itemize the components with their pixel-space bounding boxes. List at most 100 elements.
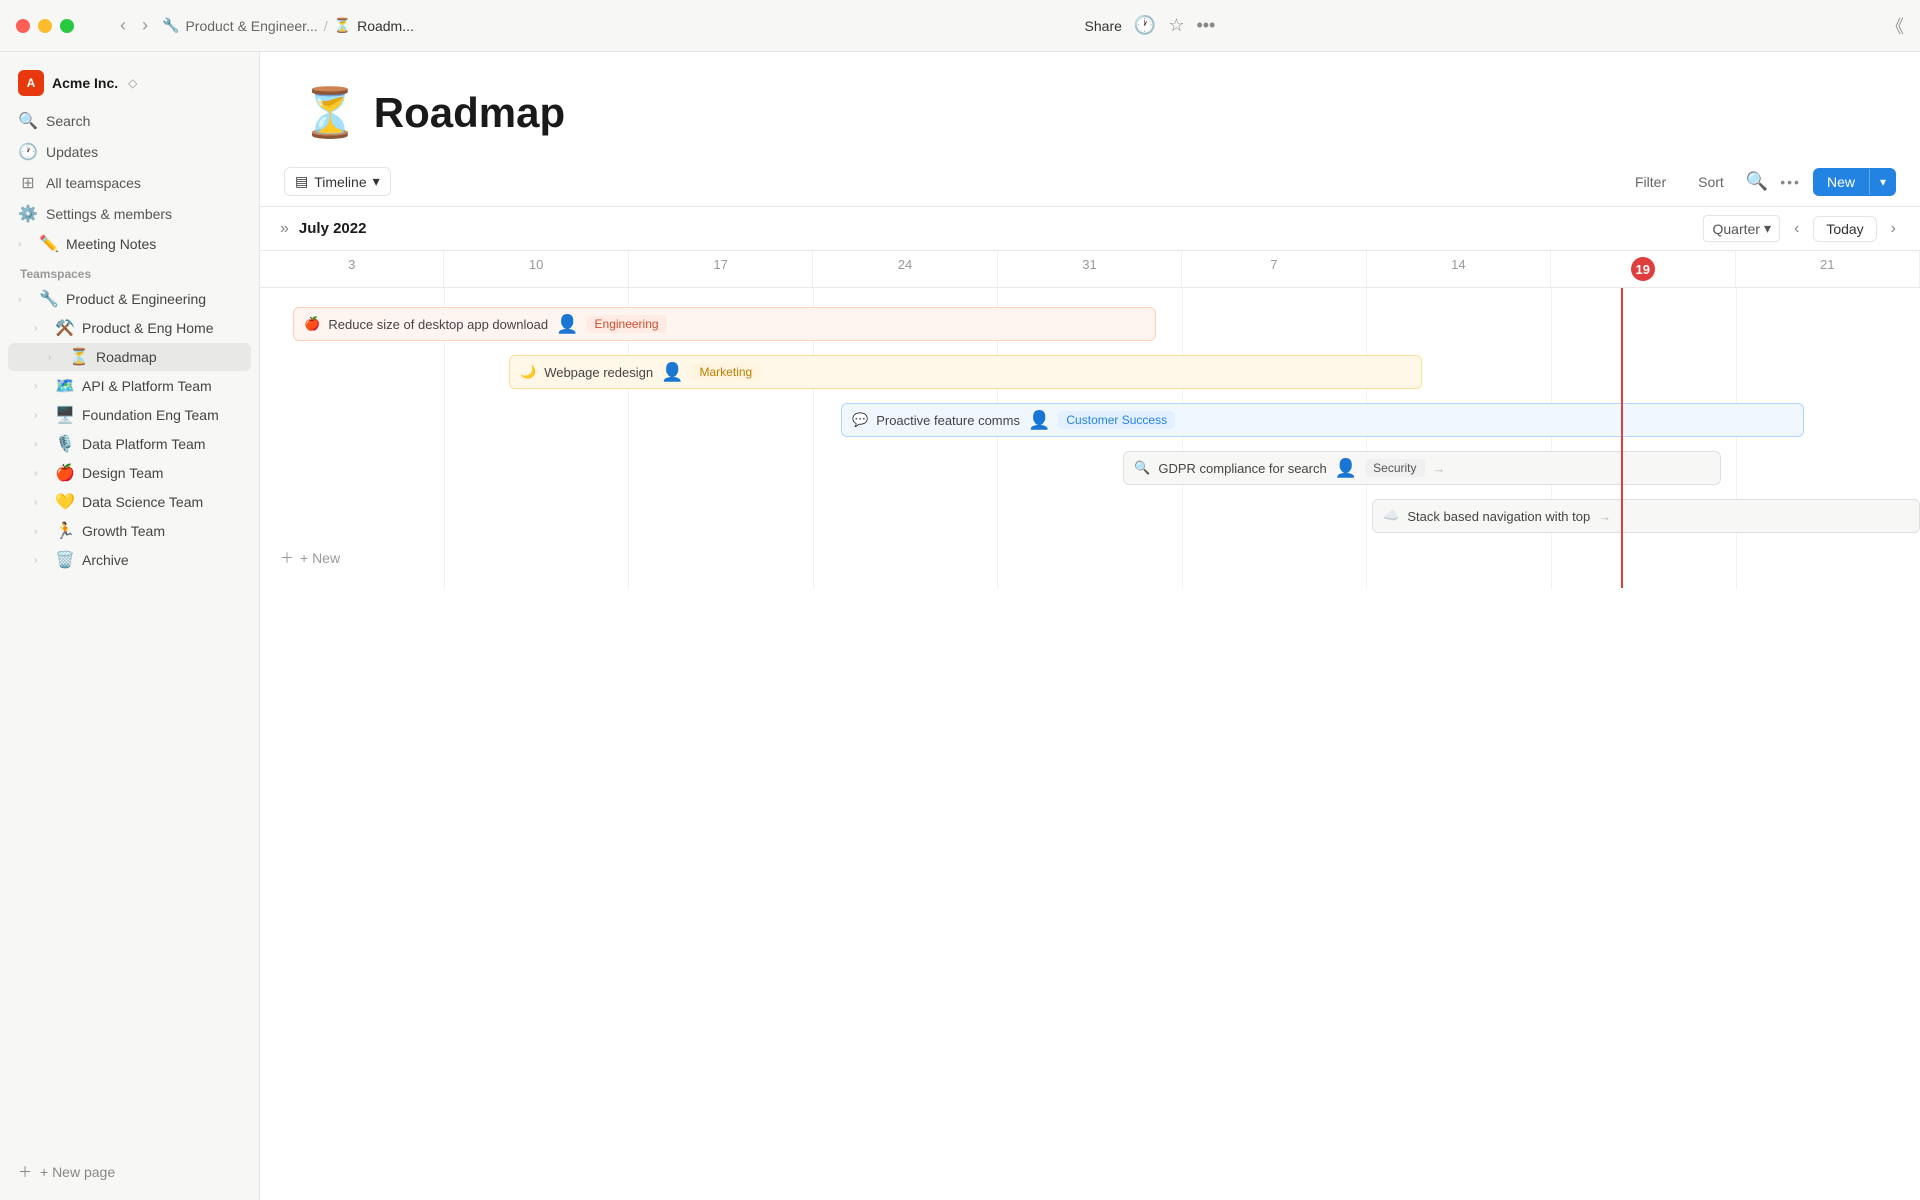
breadcrumb-item1[interactable]: Product & Engineer...: [185, 18, 317, 34]
data-science-label: Data Science Team: [82, 494, 243, 510]
filter-button[interactable]: Filter: [1625, 169, 1676, 195]
sidebar-item-settings[interactable]: ⚙️ Settings & members: [8, 199, 251, 229]
task-icon-5: ☁️: [1383, 508, 1399, 524]
design-label: Design Team: [82, 465, 243, 481]
date-col-today: 19: [1551, 251, 1735, 287]
sidebar-top: A Acme Inc. ◇ 🔍 Search 🕐 Updates ⊞ All t…: [0, 52, 259, 583]
new-row-icon: ＋: [280, 548, 294, 568]
back-button[interactable]: ‹: [114, 13, 132, 38]
product-eng-label: Product & Engineering: [66, 291, 243, 307]
data-platform-chevron-icon: ›: [34, 439, 48, 450]
task-tag-2: Marketing: [692, 363, 761, 381]
date-col-3: 3: [260, 251, 444, 287]
minimize-button[interactable]: [38, 19, 52, 33]
new-button-group: New ▾: [1813, 168, 1896, 196]
new-button[interactable]: New: [1813, 168, 1869, 196]
new-page-button[interactable]: ＋ + New page: [10, 1156, 249, 1188]
page-title-row: ⏳ Roadmap: [300, 84, 1880, 141]
favorite-icon[interactable]: ☆: [1168, 15, 1184, 36]
sidebar-toggle[interactable]: 《: [1886, 13, 1904, 39]
sidebar-item-foundation-eng[interactable]: › 🖥️ Foundation Eng Team: [8, 401, 251, 429]
task-bar-webpage-redesign[interactable]: 🌙 Webpage redesign 👤 Marketing: [509, 355, 1422, 389]
task-bar-stack-nav[interactable]: ☁️ Stack based navigation with top →: [1372, 499, 1920, 533]
date-col-14: 14: [1367, 251, 1551, 287]
new-page-icon: ＋: [18, 1162, 32, 1182]
forward-button[interactable]: ›: [136, 13, 154, 38]
today-button[interactable]: Today: [1813, 216, 1876, 242]
workspace-name: Acme Inc.: [52, 75, 118, 91]
foundation-eng-chevron-icon: ›: [34, 410, 48, 421]
close-button[interactable]: [16, 19, 30, 33]
workspace-header[interactable]: A Acme Inc. ◇: [8, 64, 251, 102]
search-label: Search: [46, 113, 90, 129]
page-emoji: ⏳: [300, 84, 360, 141]
task-row-5: ☁️ Stack based navigation with top →: [260, 492, 1920, 540]
today-line: [1621, 288, 1623, 588]
sidebar-item-product-eng[interactable]: › 🔧 Product & Engineering: [8, 285, 251, 313]
task-bar-feature-comms[interactable]: 💬 Proactive feature comms 👤 Customer Suc…: [841, 403, 1804, 437]
sidebar-item-design[interactable]: › 🍎 Design Team: [8, 459, 251, 487]
roadmap-label: Roadmap: [96, 349, 243, 365]
timeline-month: July 2022: [299, 220, 367, 237]
breadcrumb-separator: /: [324, 18, 328, 34]
task-icon-3: 💬: [852, 412, 868, 428]
product-eng-home-icon: ⚒️: [54, 318, 76, 338]
new-row-label: + New: [300, 550, 340, 566]
maximize-button[interactable]: [60, 19, 74, 33]
meeting-notes-chevron-icon: ›: [18, 239, 32, 250]
new-button-dropdown[interactable]: ▾: [1869, 169, 1896, 195]
data-science-icon: 💛: [54, 492, 76, 512]
timeline-nav: » July 2022 Quarter ▾ ‹ Today ›: [260, 207, 1920, 251]
history-icon[interactable]: 🕐: [1134, 15, 1156, 36]
sidebar-item-roadmap[interactable]: › ⏳ Roadmap: [8, 343, 251, 371]
sidebar-item-all-teamspaces[interactable]: ⊞ All teamspaces: [8, 168, 251, 198]
task-avatar-4: 👤: [1335, 458, 1357, 479]
more-toolbar-icon[interactable]: •••: [1780, 174, 1801, 190]
sidebar: A Acme Inc. ◇ 🔍 Search 🕐 Updates ⊞ All t…: [0, 52, 260, 1200]
task-label-5: Stack based navigation with top: [1407, 509, 1590, 524]
date-col-24: 24: [813, 251, 997, 287]
main-content: ⏳ Roadmap ▤ Timeline ▾ Filter Sort 🔍 •••…: [260, 52, 1920, 1200]
share-button[interactable]: Share: [1085, 18, 1122, 34]
sidebar-item-api-platform[interactable]: › 🗺️ API & Platform Team: [8, 372, 251, 400]
task-label-2: Webpage redesign: [544, 365, 653, 380]
sort-button[interactable]: Sort: [1688, 169, 1734, 195]
sidebar-item-search[interactable]: 🔍 Search: [8, 106, 251, 136]
sidebar-item-growth[interactable]: › 🏃 Growth Team: [8, 517, 251, 545]
timeline-next-button[interactable]: ›: [1887, 218, 1900, 240]
more-icon[interactable]: •••: [1196, 15, 1215, 36]
roadmap-chevron-icon: ›: [48, 352, 62, 363]
view-chevron-icon: ▾: [373, 173, 380, 190]
sidebar-item-data-platform[interactable]: › 🎙️ Data Platform Team: [8, 430, 251, 458]
data-platform-icon: 🎙️: [54, 434, 76, 454]
sidebar-item-meeting-notes[interactable]: › ✏️ Meeting Notes: [8, 230, 251, 258]
gantt-body: 🍎 Reduce size of desktop app download 👤 …: [260, 288, 1920, 1200]
date-col-10: 10: [444, 251, 628, 287]
task-icon-4: 🔍: [1134, 460, 1150, 476]
archive-chevron-icon: ›: [34, 555, 48, 566]
search-toolbar-icon[interactable]: 🔍: [1746, 171, 1768, 192]
sidebar-item-data-science[interactable]: › 💛 Data Science Team: [8, 488, 251, 516]
workspace-chevron-icon: ◇: [128, 76, 137, 90]
product-eng-icon: 🔧: [38, 289, 60, 309]
quarter-chevron-icon: ▾: [1764, 220, 1771, 237]
task-bar-gdpr[interactable]: 🔍 GDPR compliance for search 👤 Security …: [1123, 451, 1721, 485]
new-row-button[interactable]: ＋ + New: [260, 540, 1920, 576]
header-actions: Share 🕐 ☆ •••: [1085, 15, 1216, 36]
task-row-2: 🌙 Webpage redesign 👤 Marketing: [260, 348, 1920, 396]
timeline-expand-icon[interactable]: »: [280, 220, 289, 238]
gantt-container: 🍎 Reduce size of desktop app download 👤 …: [260, 288, 1920, 588]
task-bar-reduce-size[interactable]: 🍎 Reduce size of desktop app download 👤 …: [293, 307, 1156, 341]
breadcrumb-item2[interactable]: Roadm...: [357, 18, 414, 34]
workspace-logo: A: [18, 70, 44, 96]
breadcrumb: 🔧 Product & Engineer... / ⏳ Roadm...: [162, 17, 414, 34]
sidebar-item-archive[interactable]: › 🗑️ Archive: [8, 546, 251, 574]
view-selector[interactable]: ▤ Timeline ▾: [284, 167, 391, 196]
quarter-selector[interactable]: Quarter ▾: [1703, 215, 1780, 242]
titlebar: ‹ › 🔧 Product & Engineer... / ⏳ Roadm...…: [0, 0, 1920, 52]
sidebar-item-product-eng-home[interactable]: › ⚒️ Product & Eng Home: [8, 314, 251, 342]
updates-label: Updates: [46, 144, 98, 160]
timeline-prev-button[interactable]: ‹: [1790, 218, 1803, 240]
sidebar-item-updates[interactable]: 🕐 Updates: [8, 137, 251, 167]
product-eng-home-chevron-icon: ›: [34, 323, 48, 334]
